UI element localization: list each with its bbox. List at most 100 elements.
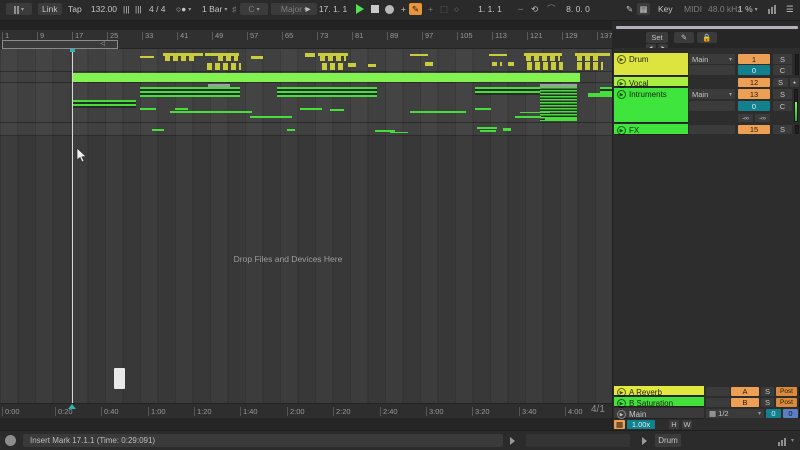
selected-clip-name[interactable]: Drum: [655, 434, 681, 447]
follow-behavior-icon[interactable]: ▦: [614, 420, 625, 429]
notification-icon[interactable]: [5, 435, 16, 446]
window-layout-button[interactable]: ▾: [6, 3, 32, 15]
record-button[interactable]: [381, 3, 398, 15]
midi-map-button[interactable]: MIDI: [680, 3, 706, 15]
expand-arrow-icon[interactable]: [510, 437, 515, 445]
track-header-drum[interactable]: ▶ Drum: [614, 53, 688, 76]
play-icon[interactable]: ▶: [617, 79, 626, 88]
fx-solo-button[interactable]: S: [773, 125, 792, 134]
instruments-track-number[interactable]: 13: [738, 89, 770, 99]
time-ruler[interactable]: 0:00 0:20 0:40 1:00 1:20 1:40 2:00 2:20 2:40 3:00…: [0, 403, 612, 419]
vocal-arm-button[interactable]: ●: [790, 78, 799, 87]
zoom-amount[interactable]: 1.00x: [627, 420, 655, 429]
time-label: 2:40: [380, 407, 398, 416]
nudge-up-button[interactable]: |||: [131, 3, 146, 15]
drum-sub-routing[interactable]: [689, 65, 735, 75]
punch-in-button[interactable]: ∼: [513, 3, 528, 15]
drum-volume[interactable]: 0: [738, 65, 770, 75]
return-b-post-toggle[interactable]: Post: [776, 398, 797, 407]
bottom-spacer: [0, 418, 612, 430]
time-signature-field[interactable]: 4 / 4: [145, 3, 170, 15]
time-label: 3:40: [519, 407, 537, 416]
playhead-triangle[interactable]: [68, 404, 76, 409]
drum-solo-button[interactable]: S: [773, 54, 792, 64]
instruments-send-a[interactable]: -∞: [738, 114, 753, 122]
optimize-width-button[interactable]: W: [682, 420, 692, 429]
instruments-send-b[interactable]: -∞: [755, 114, 770, 122]
status-secondary-box: [526, 434, 630, 447]
drum-pan[interactable]: C: [773, 65, 792, 75]
play-icon[interactable]: ▶: [617, 388, 626, 397]
main-grid-menu[interactable]: ▦ 1/2 ▾: [706, 409, 764, 418]
unfold-icon[interactable]: ▶: [617, 55, 626, 64]
arrangement-position-field[interactable]: 17. 1. 1: [314, 3, 352, 15]
loop-button[interactable]: ⟲: [527, 3, 542, 15]
menu-button[interactable]: ☰: [782, 3, 798, 15]
play-button[interactable]: [352, 3, 368, 15]
expand-arrow-icon[interactable]: [642, 437, 647, 445]
return-a-routing[interactable]: [706, 387, 730, 396]
unfold-icon[interactable]: ▶: [617, 90, 626, 99]
bar-number: 17: [72, 32, 83, 40]
tempo-field[interactable]: 132.00: [87, 3, 121, 15]
fx-routing[interactable]: [689, 125, 735, 134]
loop-start-field[interactable]: 1. 1. 1: [470, 3, 510, 15]
quantize-menu[interactable]: 1 Bar ▾: [198, 3, 231, 15]
zoom-region-handle[interactable]: ◁: [2, 40, 118, 49]
time-label: 0:00: [2, 407, 20, 416]
bar-number: 89: [387, 32, 398, 40]
fold-button[interactable]: ▦: [637, 3, 650, 15]
track-header-vocal[interactable]: ▶ Vocal: [614, 77, 688, 88]
return-track-b[interactable]: ▶ B Saturation: [614, 397, 704, 408]
track-header-fx[interactable]: ▶ FX: [614, 124, 688, 135]
instruments-sub-routing[interactable]: [689, 101, 735, 111]
return-track-a[interactable]: ▶ A Reverb: [614, 386, 704, 397]
play-icon[interactable]: ▶: [617, 399, 626, 408]
loop-length-field[interactable]: 8. 0. 0: [558, 3, 598, 15]
return-b-number[interactable]: B: [731, 398, 759, 407]
main-track-header[interactable]: ▶ Main: [614, 408, 704, 419]
scale-root-menu[interactable]: C ▾: [240, 3, 268, 15]
vocal-track-number[interactable]: 12: [738, 78, 770, 87]
draw-locator-button[interactable]: ✎: [674, 32, 694, 43]
cpu-meter[interactable]: 1 % ▾: [734, 3, 762, 15]
return-a-solo[interactable]: S: [761, 387, 774, 396]
track-header-scrollbar[interactable]: [616, 26, 798, 29]
instruments-pan[interactable]: C: [773, 101, 792, 111]
return-a-post-toggle[interactable]: Post: [776, 387, 797, 396]
set-locator-button[interactable]: Set: [646, 32, 668, 43]
return-a-number[interactable]: A: [731, 387, 759, 396]
instruments-volume[interactable]: 0: [738, 101, 770, 111]
drum-routing-menu[interactable]: Main ▾: [689, 54, 735, 64]
metronome-toggle[interactable]: ○● ▾: [172, 3, 195, 15]
time-label: 0:40: [101, 407, 119, 416]
draw-mode-button[interactable]: ✎: [622, 3, 637, 15]
instruments-routing-menu[interactable]: Main ▾: [689, 89, 735, 99]
chevron-down-icon[interactable]: ▾: [791, 437, 794, 444]
session-record-button[interactable]: ○: [450, 3, 463, 15]
optimize-height-button[interactable]: H: [669, 420, 679, 429]
play-icon[interactable]: ▶: [617, 126, 626, 135]
bar-number: 25: [107, 32, 118, 40]
dragged-clip-ghost[interactable]: [114, 368, 125, 389]
arrangement-area[interactable]: Drop Files and Devices Here: [0, 48, 612, 403]
return-b-solo[interactable]: S: [761, 398, 774, 407]
automation-arm-button[interactable]: ✎: [409, 3, 422, 15]
link-button[interactable]: Link: [38, 3, 62, 15]
meter-bars-icon: [778, 437, 786, 446]
instruments-solo-button[interactable]: S: [773, 89, 792, 99]
lock-button[interactable]: 🔒: [697, 32, 717, 43]
fx-track-number[interactable]: 15: [738, 125, 770, 134]
drum-track-number[interactable]: 1: [738, 54, 770, 64]
bar-number: 1: [2, 32, 9, 40]
fx-meter: [795, 125, 799, 134]
main-pan[interactable]: 0: [766, 409, 781, 418]
track-header-instruments[interactable]: ▶ Intruments: [614, 88, 688, 123]
main-volume[interactable]: 0: [783, 409, 798, 418]
tap-tempo-button[interactable]: Tap: [64, 3, 86, 15]
follow-icon[interactable]: ➤: [300, 3, 315, 15]
vocal-solo-button[interactable]: S: [773, 78, 788, 87]
play-icon[interactable]: ▶: [617, 410, 626, 419]
return-b-routing[interactable]: [706, 398, 730, 407]
key-map-button[interactable]: Key: [654, 3, 677, 15]
